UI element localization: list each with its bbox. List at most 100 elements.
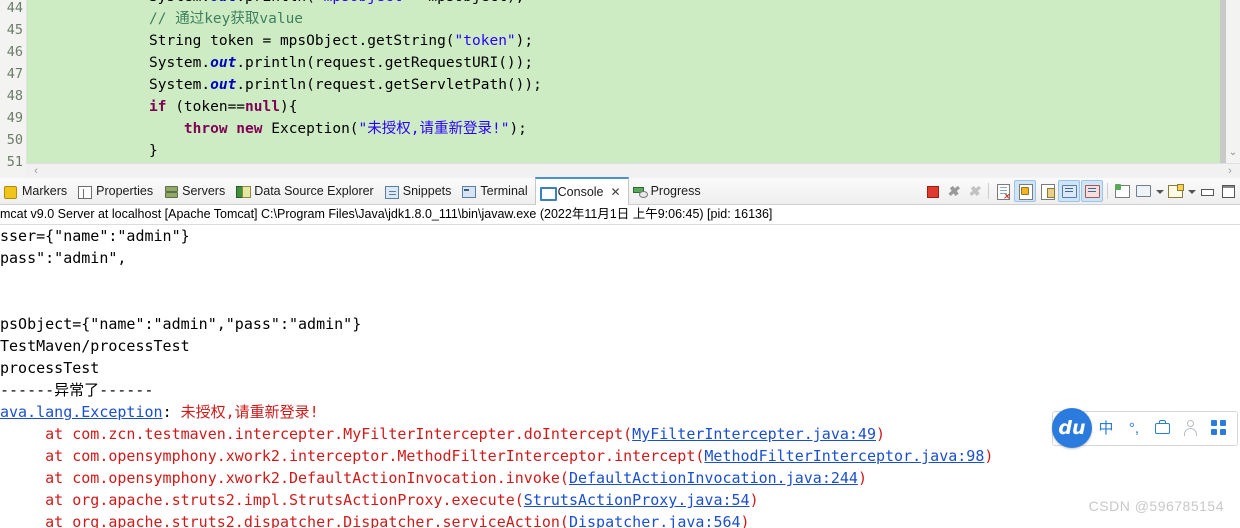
code-token: .println( xyxy=(236,0,315,5)
ime-language-mode[interactable]: 中 xyxy=(1097,421,1115,436)
code-token: (token== xyxy=(166,99,246,115)
terminal-icon xyxy=(462,184,477,198)
code-token: System. xyxy=(149,55,211,71)
line-number: 48 xyxy=(6,88,23,104)
stack-frame-text: at com.zcn.testmaven.intercepter.MyFilte… xyxy=(0,425,633,443)
editor-code-area[interactable]: System.out.println("mpsObject="+mpsObjec… xyxy=(27,0,1240,177)
code-line[interactable]: } xyxy=(27,140,158,162)
tab-console[interactable]: Console ✕ xyxy=(534,177,629,205)
line-number: 45 xyxy=(6,22,23,38)
open-console-button[interactable] xyxy=(1165,181,1185,201)
snippets-icon xyxy=(384,184,399,199)
servers-icon xyxy=(164,184,179,198)
clear-console-button[interactable]: ✕ xyxy=(993,181,1013,201)
tab-label: Data Source Explorer xyxy=(254,184,374,198)
code-token: ); xyxy=(515,33,534,49)
console-line: sser={"name":"admin"} xyxy=(0,227,190,245)
code-token: out xyxy=(210,77,237,93)
properties-icon xyxy=(78,184,93,199)
exception-class-link[interactable]: ava.lang.Exception xyxy=(0,403,163,421)
ime-apps-icon[interactable] xyxy=(1209,419,1227,438)
word-wrap-button[interactable] xyxy=(1037,181,1057,201)
java-editor[interactable]: 4445464748495051 System.out.println("mps… xyxy=(0,0,1240,177)
code-line[interactable]: System.out.println(request.getServletPat… xyxy=(27,74,542,96)
display-selected-console-button[interactable] xyxy=(1133,181,1153,201)
stack-frame-source-link[interactable]: StrutsActionProxy.java:54 xyxy=(524,491,750,509)
remove-all-terminated-button[interactable]: ✖ xyxy=(964,181,984,201)
stack-frame-source-link[interactable]: Dispatcher.java:564 xyxy=(569,513,741,528)
code-line[interactable]: throw new Exception("未授权,请重新登录!"); xyxy=(27,118,527,140)
console-line: at org.apache.struts2.impl.StrutsActionP… xyxy=(0,489,759,511)
code-line[interactable]: System.out.println(request.getRequestURI… xyxy=(27,52,533,74)
line-number: 50 xyxy=(6,132,23,148)
show-console-on-output-button[interactable] xyxy=(1058,180,1080,202)
ime-user-icon[interactable] xyxy=(1181,419,1199,438)
watermark: CSDN @596785154 xyxy=(1088,498,1224,514)
maximize-button[interactable] xyxy=(1218,181,1238,201)
baidu-ime-logo[interactable]: du xyxy=(1052,408,1092,448)
code-token: "mpsObject=" xyxy=(315,0,420,5)
remove-launch-button[interactable]: ✖ xyxy=(943,181,963,201)
scroll-right-icon[interactable]: › xyxy=(1222,164,1238,177)
exception-separator: : xyxy=(162,403,181,421)
tab-label: Console xyxy=(557,185,604,199)
display-selected-console-chevron-down-icon[interactable] xyxy=(1154,181,1164,201)
open-console-chevron-down-icon[interactable] xyxy=(1186,181,1196,201)
console-line: ava.lang.Exception: 未授权,请重新登录! xyxy=(0,401,319,423)
console-view[interactable]: mcat v9.0 Server at localhost [Apache To… xyxy=(0,205,1240,528)
view-tabs: Markers Properties Servers Data Source Expl… xyxy=(0,177,708,205)
tab-markers[interactable]: Markers xyxy=(0,178,74,204)
tab-data-source-explorer[interactable]: Data Source Explorer xyxy=(232,178,381,204)
show-console-on-error-button[interactable] xyxy=(1081,180,1103,202)
console-view-toolbar: ✖ ✖ ✕ xyxy=(922,178,1238,204)
console-output[interactable]: sser={"name":"admin"} pass":"admin", psObj… xyxy=(0,225,1240,528)
stack-frame-suffix: ) xyxy=(749,491,759,509)
view-tab-bar: Markers Properties Servers Data Source Expl… xyxy=(0,177,1240,205)
code-line[interactable]: if (token==null){ xyxy=(27,96,297,118)
stack-frame-source-link[interactable]: MethodFilterInterceptor.java:98 xyxy=(704,447,984,465)
tab-progress[interactable]: Progress xyxy=(629,178,708,204)
console-process-label: mcat v9.0 Server at localhost [Apache To… xyxy=(0,205,1240,225)
stack-frame-suffix: ) xyxy=(857,469,867,487)
code-line[interactable]: String token = mpsObject.getString("toke… xyxy=(27,30,533,52)
tab-label: Progress xyxy=(650,184,701,198)
tab-servers[interactable]: Servers xyxy=(160,178,232,204)
code-token: out xyxy=(210,55,237,71)
scroll-down-icon[interactable]: ⌄ xyxy=(1227,148,1239,158)
code-token: +mpsObject); xyxy=(420,0,525,5)
code-token: "token" xyxy=(454,33,516,49)
eclipse-ide-window: 4445464748495051 System.out.println("mps… xyxy=(0,0,1240,528)
terminate-button[interactable] xyxy=(922,181,942,201)
minimize-button[interactable] xyxy=(1197,181,1217,201)
tab-terminal[interactable]: Terminal xyxy=(458,178,534,204)
code-token: System. xyxy=(149,77,211,93)
pin-console-button[interactable] xyxy=(1112,181,1132,201)
tab-snippets[interactable]: Snippets xyxy=(381,178,459,204)
line-number: 44 xyxy=(6,0,23,16)
tab-label: Properties xyxy=(96,184,154,198)
stack-frame-text: at com.opensymphony.xwork2.DefaultAction… xyxy=(0,469,569,487)
exception-message: 未授权,请重新登录! xyxy=(180,403,319,421)
code-token: String token = mpsObject.getString( xyxy=(149,33,455,49)
console-line: at com.opensymphony.xwork2.interceptor.M… xyxy=(0,445,993,467)
scroll-left-icon[interactable]: ‹ xyxy=(28,164,44,177)
console-icon xyxy=(539,185,557,201)
code-line[interactable]: System.out.println("mpsObject="+mpsObjec… xyxy=(27,0,524,8)
markers-icon xyxy=(4,184,18,199)
stack-frame-text: at org.apache.struts2.dispatcher.Dispatc… xyxy=(0,513,569,528)
scroll-lock-button[interactable] xyxy=(1014,180,1036,202)
code-line[interactable]: // 通过key获取value xyxy=(27,8,303,30)
stack-frame-source-link[interactable]: DefaultActionInvocation.java:244 xyxy=(569,469,858,487)
editor-horizontal-scrollbar[interactable]: ‹ › xyxy=(26,163,1240,177)
stack-frame-suffix: ) xyxy=(740,513,750,528)
stack-frame-source-link[interactable]: MyFilterIntercepter.java:49 xyxy=(632,425,876,443)
code-token: null xyxy=(245,99,280,115)
toolbar-separator-2 xyxy=(1107,183,1108,199)
tab-properties[interactable]: Properties xyxy=(74,178,160,204)
close-icon[interactable]: ✕ xyxy=(611,185,621,199)
data-source-explorer-icon xyxy=(236,184,252,198)
editor-line-number-gutter: 44 45 46 47 48 49 50 51 xyxy=(0,0,27,177)
code-token: System. xyxy=(149,0,210,5)
ime-toolbox-icon[interactable] xyxy=(1153,420,1171,437)
ime-punctuation-mode[interactable]: °, xyxy=(1125,421,1143,436)
